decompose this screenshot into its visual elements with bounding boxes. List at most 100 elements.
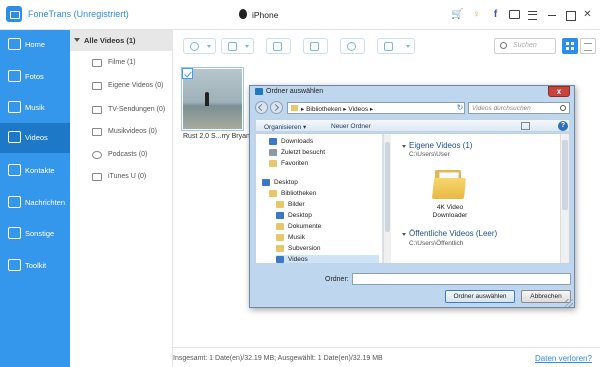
sidebar-item-music[interactable]: Musik [0, 93, 70, 123]
sidebar-item-other[interactable]: Sonstige [0, 219, 70, 249]
star-icon [269, 160, 277, 167]
sidebar-item-photos[interactable]: Fotos [0, 62, 70, 92]
new-folder-button[interactable]: Neuer Ordner [331, 123, 371, 130]
content-scrollbar[interactable] [560, 134, 569, 263]
group-title: Eigene Videos (1) [409, 141, 473, 150]
tree-item-label: Favoriten [281, 160, 309, 167]
folder-item-label[interactable]: 4K Video Downloader [424, 204, 476, 220]
itunes-u-icon [92, 173, 102, 181]
refresh-icon[interactable]: ↻ [455, 102, 465, 114]
toolbar: Suchen [173, 30, 600, 60]
sidebar-item-home[interactable]: Home [0, 30, 70, 60]
folder-icon[interactable] [431, 170, 467, 200]
refresh-icon [347, 42, 356, 51]
videos-icon [276, 256, 284, 263]
data-lost-link[interactable]: Daten verloren? [535, 354, 592, 363]
tree-item-libraries[interactable]: Bibliotheken [269, 189, 379, 199]
group-collapse-icon[interactable] [402, 145, 406, 148]
select-folder-button[interactable]: Ordner auswählen [445, 290, 515, 303]
sidebar-item-label: Fotos [25, 72, 44, 81]
delete-button[interactable] [303, 38, 328, 54]
close-icon[interactable]: ✕ [582, 9, 593, 20]
tree-item-downloads[interactable]: Downloads [269, 137, 379, 147]
cart-icon[interactable]: 🛒 [451, 9, 463, 20]
list-view-button[interactable] [580, 38, 596, 54]
folder-field[interactable] [352, 273, 571, 285]
dialog-close-button[interactable]: x [548, 86, 570, 97]
tree-item-pictures[interactable]: Bilder [276, 200, 379, 210]
person-silhouette [205, 92, 209, 106]
dialog-search-input[interactable]: Videos durchsuchen [468, 102, 570, 114]
help-icon[interactable]: ? [558, 121, 568, 131]
scrollbar-thumb[interactable] [385, 142, 390, 232]
pictures-icon [276, 201, 284, 208]
computer-icon [273, 42, 282, 51]
group-path: C:\Users\User [409, 151, 450, 158]
dialog-app-icon [255, 88, 263, 95]
tree-item-subversion[interactable]: Subversion [276, 244, 379, 254]
sidebar-item-videos[interactable]: Videos [0, 123, 70, 153]
contacts-icon [8, 164, 21, 176]
tree-item-label: Videos [288, 256, 308, 263]
address-bar[interactable]: ▸ Bibliotheken ▸ Videos ▸ [287, 102, 465, 114]
folder-field-label: Ordner: [325, 276, 349, 283]
maximize-icon[interactable] [564, 9, 576, 21]
forward-button[interactable] [270, 101, 283, 114]
home-video-icon [92, 82, 102, 90]
export-pc-button[interactable] [266, 38, 291, 54]
export-device-button[interactable] [221, 38, 254, 54]
tree-item-favorites[interactable]: Favoriten [269, 159, 379, 169]
music-icon [8, 101, 21, 113]
tree-item-documents[interactable]: Dokumente [276, 222, 379, 232]
organize-menu[interactable]: Organisieren ▾ [264, 123, 306, 131]
view-options-icon[interactable] [521, 122, 530, 130]
search-input[interactable]: Suchen [494, 38, 556, 54]
tree-item-videos[interactable]: Videos [276, 255, 379, 263]
video-checkbox[interactable] [182, 68, 193, 79]
toolkit-icon [8, 259, 21, 271]
sidebar-item-label: Toolkit [25, 261, 47, 270]
add-button[interactable] [183, 38, 216, 54]
messages-icon [8, 196, 21, 208]
facebook-icon[interactable]: f [490, 9, 501, 20]
tree-item-recent[interactable]: Zuletzt besucht [269, 148, 379, 158]
video-tile[interactable] [181, 67, 244, 131]
grid-view-button[interactable] [562, 38, 578, 54]
menu-icon[interactable] [527, 9, 538, 20]
tree-item-label: Zuletzt besucht [281, 149, 326, 156]
tree-item-label: Dokumente [288, 223, 322, 230]
tree-item-desktop-root[interactable]: Desktop [262, 178, 379, 188]
cancel-button[interactable]: Abbrechen [521, 290, 571, 303]
sidebar-item-toolkit[interactable]: Toolkit [0, 251, 70, 281]
category-item-label: iTunes U (0) [108, 173, 147, 180]
desktop-icon [276, 212, 284, 219]
tree-scrollbar[interactable] [383, 134, 391, 263]
back-button[interactable] [255, 101, 268, 114]
phone-export-icon [228, 42, 237, 51]
category-item-label: TV-Sendungen (0) [108, 106, 166, 113]
sidebar-item-messages[interactable]: Nachrichten [0, 188, 70, 218]
refresh-button[interactable] [340, 38, 365, 54]
title-bar: FoneTrans (Unregistriert) iPhone 🛒 ♀ f ✕ [0, 0, 600, 30]
tv-icon [92, 106, 102, 114]
music-icon [276, 234, 284, 241]
podcast-icon [92, 151, 102, 159]
group-collapse-icon[interactable] [402, 233, 406, 236]
libraries-icon [269, 190, 277, 197]
key-icon[interactable]: ♀ [471, 9, 482, 20]
resize-grip[interactable] [565, 299, 573, 307]
device-name[interactable]: iPhone [252, 10, 278, 20]
feedback-icon[interactable] [508, 9, 520, 20]
scrollbar-thumb[interactable] [562, 140, 568, 210]
sidebar: Home Fotos Musik Videos Kontakte Nachric… [0, 30, 70, 367]
sidebar-item-contacts[interactable]: Kontakte [0, 156, 70, 186]
tree-item-desktop[interactable]: Desktop [276, 211, 379, 221]
tree-item-music[interactable]: Musik [276, 233, 379, 243]
category-header[interactable]: Alle Videos (1) [70, 30, 172, 51]
minimize-icon[interactable] [546, 9, 557, 20]
documents-icon [276, 223, 284, 230]
search-placeholder: Suchen [513, 42, 537, 49]
toolbox-button[interactable] [377, 38, 415, 54]
tree-item-label: Bibliotheken [281, 190, 317, 197]
tree-item-label: Musik [288, 234, 305, 241]
